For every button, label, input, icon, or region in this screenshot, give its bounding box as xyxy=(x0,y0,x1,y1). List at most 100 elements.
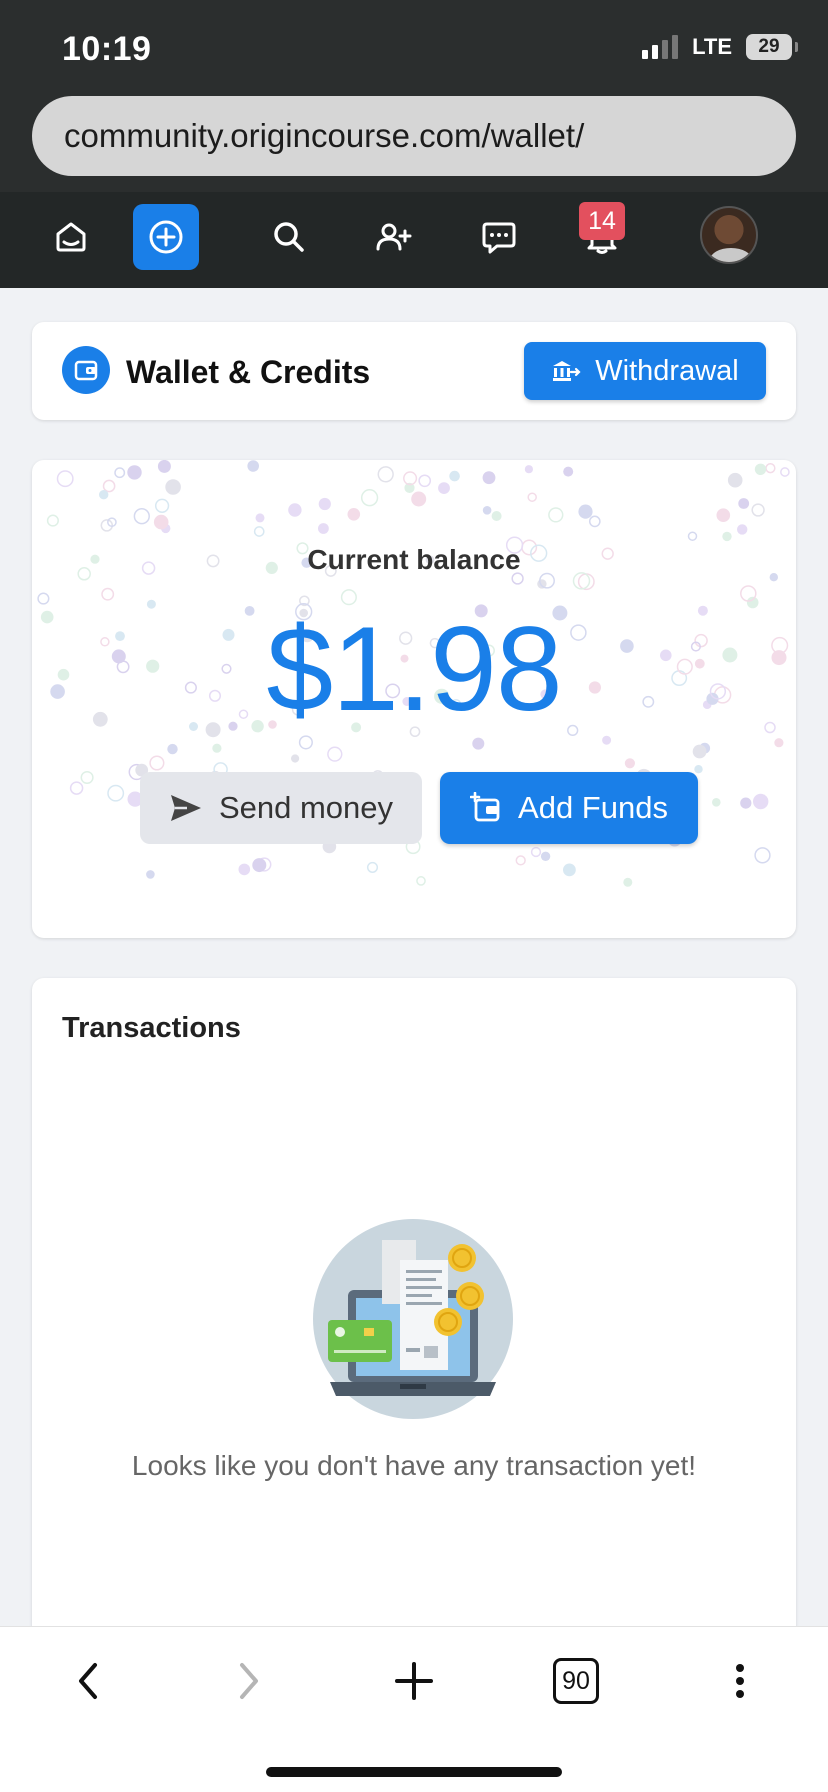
confetti-dot xyxy=(127,465,142,480)
app-navbar: 14 xyxy=(0,192,828,288)
confetti-dot xyxy=(491,511,502,521)
confetti-dot xyxy=(238,863,251,876)
confetti-dot xyxy=(360,489,379,507)
home-button[interactable] xyxy=(38,204,104,270)
confetti-dot xyxy=(780,467,790,477)
confetti-dot xyxy=(318,523,329,534)
new-tab-button[interactable] xyxy=(384,1651,444,1711)
chevron-right-icon xyxy=(240,1663,258,1699)
confetti-dot xyxy=(247,460,259,472)
confetti-dot xyxy=(515,855,526,866)
confetti-dot xyxy=(624,758,636,769)
url-bar[interactable]: community.origincourse.com/wallet/ xyxy=(32,96,796,176)
confetti-dot xyxy=(524,465,533,474)
send-money-label[interactable]: Send money xyxy=(219,790,393,826)
create-button[interactable] xyxy=(133,204,199,270)
add-wallet-icon xyxy=(470,792,500,822)
confetti-dot xyxy=(366,861,379,873)
confetti-dot xyxy=(80,770,94,785)
confetti-dot xyxy=(416,876,426,886)
confetti-dot xyxy=(56,470,74,488)
add-funds-label[interactable]: Add Funds xyxy=(518,790,668,826)
confetti-dot xyxy=(692,744,707,759)
confetti-dot xyxy=(291,754,300,763)
messages-button[interactable] xyxy=(466,204,532,270)
confetti-dot xyxy=(101,587,115,601)
confetti-dot xyxy=(765,463,776,474)
search-icon xyxy=(274,222,304,252)
confetti-dot xyxy=(149,755,165,771)
battery-icon: 29 xyxy=(746,34,798,60)
confetti-dot xyxy=(347,508,361,521)
empty-transactions-message: Looks like you don't have any transactio… xyxy=(131,1450,697,1481)
url-text[interactable]: community.origincourse.com/wallet/ xyxy=(64,117,584,155)
withdrawal-label[interactable]: Withdrawal xyxy=(595,355,738,388)
transactions-card: Transactions Looks like you don't have a… xyxy=(32,978,796,1628)
network-type: LTE xyxy=(692,34,732,59)
confetti-dot xyxy=(318,497,331,511)
plus-circle-icon xyxy=(149,220,183,254)
confetti-dot xyxy=(102,479,116,493)
transactions-title: Transactions xyxy=(62,1012,241,1044)
confetti-dot xyxy=(482,506,492,515)
confetti-dot xyxy=(563,466,574,477)
confetti-dot xyxy=(418,474,432,488)
confetti-dot xyxy=(438,482,450,494)
confetti-dot xyxy=(114,467,126,479)
confetti-dot xyxy=(737,524,748,535)
confetti-dot xyxy=(563,863,576,877)
confetti-dot xyxy=(738,498,750,509)
confetti-dot xyxy=(712,798,721,807)
confetti-dot xyxy=(255,513,265,523)
home-icon xyxy=(56,222,86,252)
confetti-dot xyxy=(530,846,542,858)
status-indicators: LTE 29 xyxy=(642,34,798,60)
confetti-dot xyxy=(716,508,731,522)
send-money-button[interactable]: Send money xyxy=(140,772,422,844)
confetti-dot xyxy=(623,877,633,887)
add-friend-button[interactable] xyxy=(360,204,426,270)
add-funds-button[interactable]: Add Funds xyxy=(440,772,698,844)
balance-amount: $1.98 xyxy=(266,602,562,736)
bank-transfer-icon xyxy=(553,361,581,381)
confetti-dot xyxy=(540,851,551,861)
forward-button[interactable] xyxy=(219,1651,279,1711)
confetti-dot xyxy=(722,531,732,542)
confetti-dot xyxy=(327,746,343,762)
avatar[interactable] xyxy=(700,206,758,264)
wallet-header-card: Wallet & Credits Withdrawal xyxy=(32,322,796,420)
withdrawal-button[interactable]: Withdrawal xyxy=(524,342,766,400)
confetti-dot xyxy=(694,765,703,774)
wallet-icon xyxy=(62,346,110,394)
browser-toolbar: 90 xyxy=(0,1626,828,1792)
confetti-dot xyxy=(753,793,769,810)
balance-card: Current balance $1.98 Send money Add Fun… xyxy=(32,460,796,938)
status-time: 10:19 xyxy=(62,30,152,68)
confetti-dot xyxy=(153,514,169,530)
confetti-dot xyxy=(154,498,170,513)
confetti-dot xyxy=(167,743,178,755)
confetti-dot xyxy=(146,870,155,879)
tab-count[interactable]: 90 xyxy=(553,1658,599,1704)
confetti-dot xyxy=(411,491,427,507)
chat-icon xyxy=(482,222,516,254)
add-friend-icon xyxy=(376,223,412,251)
confetti-dot xyxy=(548,507,564,523)
confetti-dot xyxy=(527,492,537,502)
send-icon xyxy=(170,795,201,821)
menu-button[interactable] xyxy=(710,1651,770,1711)
confetti-dot xyxy=(69,781,84,795)
confetti-dot xyxy=(754,847,771,864)
confetti-dot xyxy=(472,737,485,750)
status-bar: 10:19 LTE 29 xyxy=(0,0,828,96)
confetti-dot xyxy=(252,858,267,873)
back-button[interactable] xyxy=(58,1651,118,1711)
chevron-left-icon xyxy=(79,1663,97,1699)
home-indicator xyxy=(266,1767,562,1777)
notification-badge[interactable]: 14 xyxy=(579,202,625,240)
tabs-button[interactable]: 90 xyxy=(546,1651,606,1711)
search-button[interactable] xyxy=(256,204,322,270)
balance-label: Current balance xyxy=(307,544,521,575)
more-vertical-icon xyxy=(736,1664,744,1698)
confetti-dot xyxy=(727,472,743,488)
